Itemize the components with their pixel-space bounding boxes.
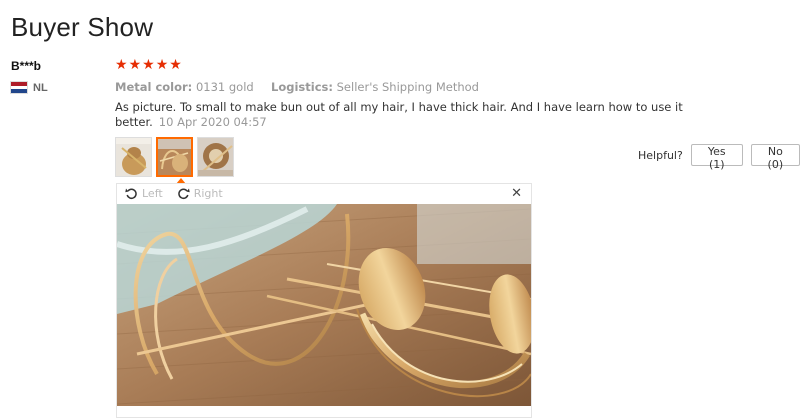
star-icon: ★ [115,57,128,73]
reviewer-country: NL [11,81,48,94]
star-icon: ★ [155,57,169,73]
metal-color-label: Metal color: [115,80,193,94]
star-rating: ★ ★ ★ ★ ★ [115,58,182,72]
rotate-left-label: Left [142,187,163,200]
photo-thumbnail-1[interactable] [115,137,152,177]
logistics-label: Logistics: [271,80,333,94]
helpful-no-button[interactable]: No (0) [750,144,800,171]
review-body: As picture. To small to make bun out of … [115,100,725,130]
reviewer-name: B***b [11,59,42,73]
close-icon[interactable]: ✕ [511,186,522,201]
flag-icon [11,82,27,94]
photo-thumbnail-image [116,138,151,176]
review-photo-image [117,204,531,406]
review-date: 10 Apr 2020 04:57 [158,115,267,129]
logistics-value: Seller's Shipping Method [336,80,479,94]
photo-thumbnail-image [198,138,233,176]
rotate-left-button[interactable]: Left [125,187,163,200]
helpful-yes-button[interactable]: Yes (1) [690,144,743,171]
metal-color-value: 0131 gold [195,80,254,94]
review-meta: Metal color: 0131 gold Logistics: Seller… [115,80,479,94]
helpful-controls: Helpful? Yes (1) No (0) [638,144,800,171]
country-code: NL [33,81,48,94]
rotate-right-label: Right [193,187,223,200]
photo-thumbnail-3[interactable] [197,137,234,177]
page-title: Buyer Show [11,12,154,42]
photo-viewer: Left Right ✕ [116,183,532,418]
star-icon: ★ [128,57,142,73]
rotate-left-icon [125,188,137,199]
viewer-toolbar: Left Right ✕ [117,184,531,203]
rotate-right-icon [177,188,190,199]
review-photo [117,204,531,406]
star-icon: ★ [142,57,155,73]
star-icon: ★ [169,57,182,73]
photo-thumbnails [115,137,234,177]
helpful-label: Helpful? [638,148,683,162]
photo-thumbnail-image [158,139,191,175]
rotate-right-button[interactable]: Right [177,187,223,200]
photo-thumbnail-2[interactable] [156,137,193,177]
